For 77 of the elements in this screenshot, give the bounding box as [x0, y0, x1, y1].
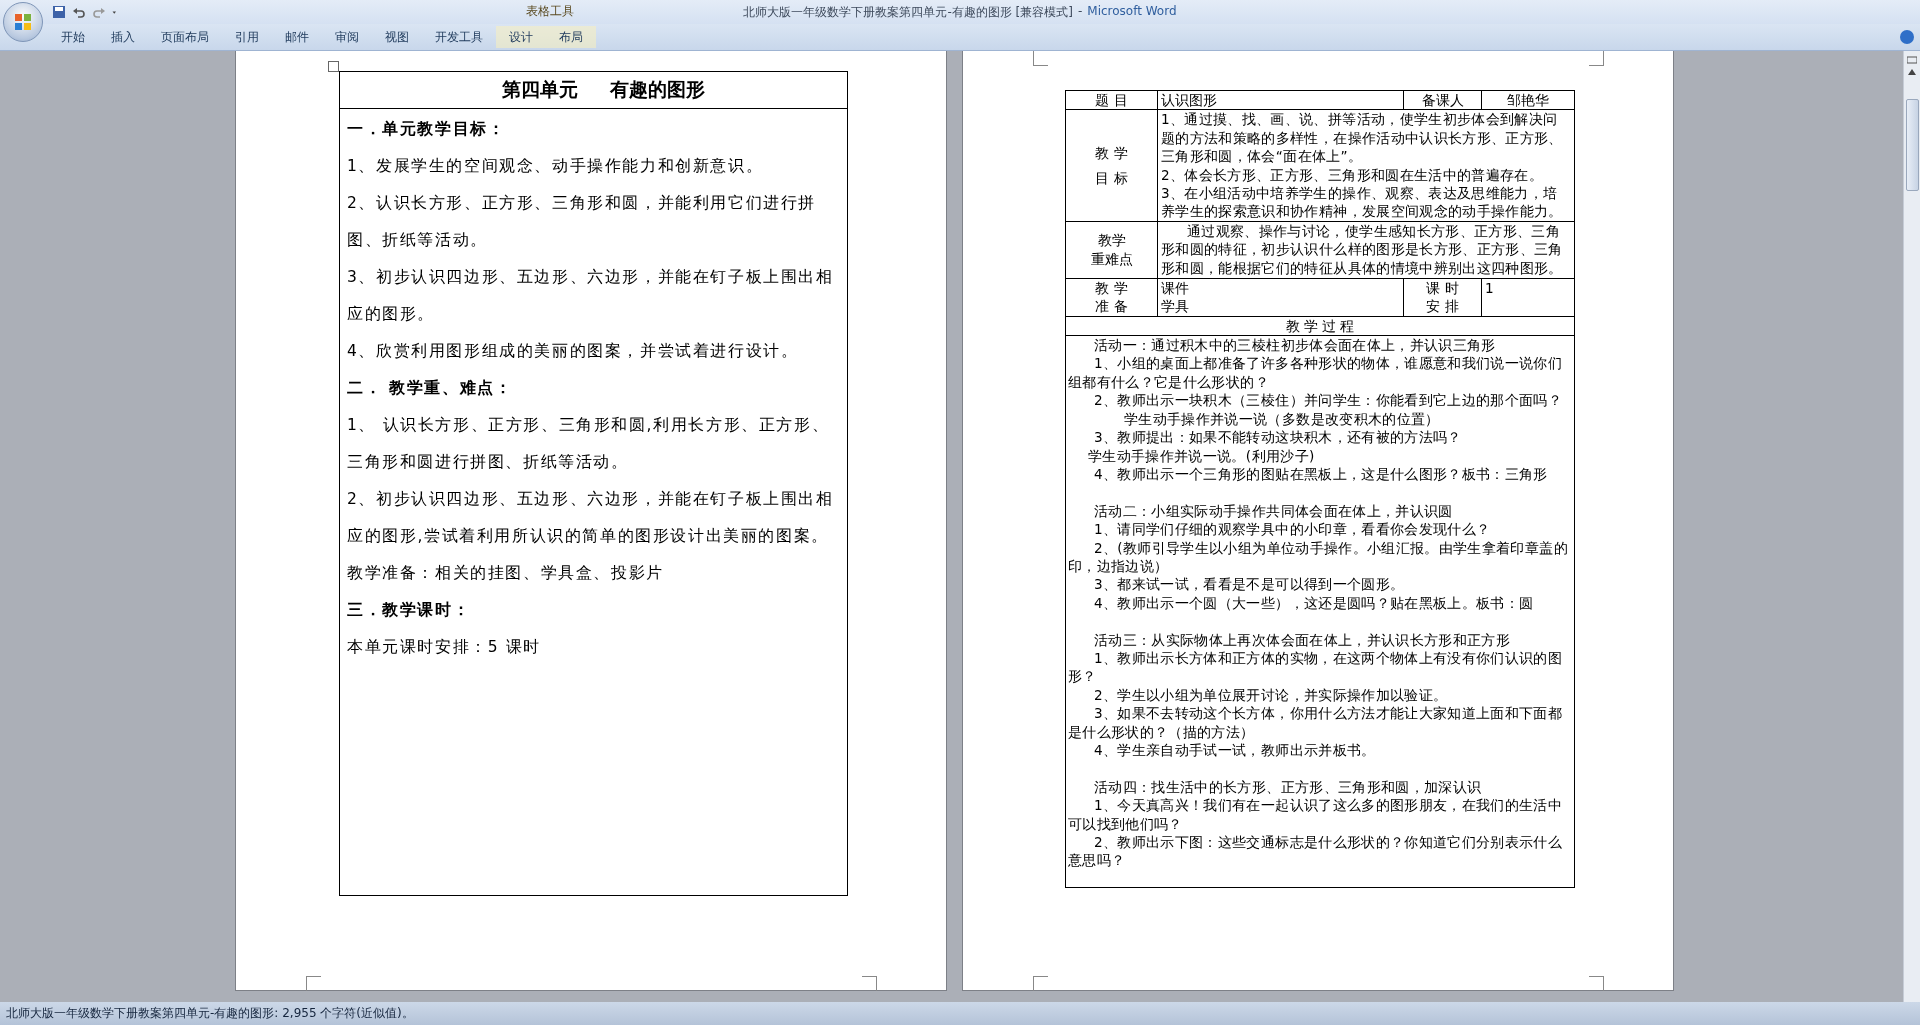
paragraph: 1、小组的桌面上都准备了许多各种形状的物体，谁愿意和我们说一说你们组都有什么？它是什么形状的？ — [1068, 354, 1564, 392]
app-name: Microsoft Word — [1087, 4, 1177, 20]
table-cell: 1 — [1485, 279, 1494, 296]
paragraph: 1、教师出示长方体和正方体的实物，在这两个物体上有没有你们认识的图形？ — [1068, 648, 1564, 686]
ribbon-tab[interactable]: 审阅 — [322, 26, 372, 48]
paragraph: 2、学生以小组为单位展开讨论，并实际操作加以验证。 — [1093, 685, 1449, 705]
paragraph: 4、教师出示一个圆（大一些），这还是圆吗？贴在黑板上。板书：圆 — [1093, 593, 1535, 613]
table-cell-text: 课件 — [1161, 278, 1190, 298]
row-label: 教 学 — [1094, 144, 1129, 163]
activity-heading: 活动二：小组实际动手操作共同体会面在体上，并认识圆 — [1093, 501, 1454, 521]
vertical-scrollbar[interactable] — [1903, 51, 1920, 1002]
ribbon-tab[interactable]: 页面布局 — [148, 26, 222, 48]
title-separator: - — [1077, 4, 1083, 20]
paragraph: 2、初步认识四边形、五边形、六边形，并能在钉子板上围出相应的图形,尝试着利用所认识的简单的图形设计出美丽的图案。 — [347, 489, 835, 547]
paragraph: 教学准备：相关的挂图、学具盒、投影片 — [347, 563, 665, 584]
paragraph: 3、都来试一试，看看是不是可以得到一个圆形。 — [1093, 575, 1406, 594]
section-heading: 教 学 过 程 — [1285, 317, 1355, 334]
row-label: 重难点 — [1089, 249, 1134, 269]
ribbon-tab[interactable]: 开始 — [48, 26, 98, 48]
ruler-icon[interactable] — [1907, 55, 1917, 65]
paragraph: 4、欣赏利用图形组成的美丽的图案，并尝试着进行设计。 — [347, 341, 800, 362]
row-label: 教 学 — [1094, 278, 1129, 298]
paragraph: 本单元课时安排：5 课时 — [347, 637, 542, 658]
paragraph: 2、体会长方形、正方形、三角形和圆在生活中的普遍存在。 — [1161, 165, 1545, 185]
status-text: 北师大版一年级数学下册教案第四单元-有趣的图形: 2,955 个字符(近似值)。 — [6, 1005, 414, 1022]
scroll-thumb[interactable] — [1905, 99, 1919, 191]
row-label: 安 排 — [1425, 297, 1460, 316]
paragraph: 3、如果不去转动这个长方体，你用什么方法才能让大家知道上面和下面都是什么形状的？（描的方法） — [1068, 704, 1564, 741]
contextual-group-label: 表格工具 — [526, 3, 574, 20]
paragraph: 4、教师出示一个三角形的图贴在黑板上，这是什么图形？板书：三角形 — [1093, 464, 1549, 484]
paragraph: 3、初步认识四边形、五边形、六边形，并能在钉子板上围出相应的图形。 — [347, 267, 835, 325]
activity-heading: 活动一：通过积木中的三棱柱初步体会面在体上，并认识三角形 — [1093, 336, 1497, 355]
table-cell: 邹艳华 — [1507, 92, 1549, 108]
table-cell: 题 目 — [1095, 92, 1128, 108]
paragraph: 学生动手操作并说一说（多数是改变积木的位置） — [1123, 409, 1441, 429]
help-icon[interactable] — [1900, 30, 1914, 44]
paragraph: 1、发展学生的空间观念、动手操作能力和创新意识。 — [347, 156, 765, 177]
paragraph: 2、教师出示一块积木（三棱住）并问学生：你能看到它上边的那个面吗？ — [1093, 391, 1564, 410]
ribbon-tab[interactable]: 视图 — [372, 26, 422, 48]
paragraph: 通过观察、操作与讨论，使学生感知长方形、正方形、三角形和圆的特征，初步认识什么样的图形是长方形、正方形、三角形和圆，能根据它们的特征从具体的情境中辨别出这四种图形。 — [1161, 221, 1564, 278]
section-heading: 一．单元教学目标： — [347, 119, 507, 140]
document-title: 北师大版一年级数学下册教案第四单元-有趣的图形 [兼容模式] — [743, 4, 1073, 21]
ribbon-tab[interactable]: 插入 — [98, 26, 148, 48]
paragraph: 2、教师出示下图：这些交通标志是什么形状的？你知道它们分别表示什么意思吗？ — [1068, 833, 1564, 870]
paragraph: 1、 认识长方形、正方形、三角形和圆,利用长方形、正方形、三角形和圆进行拼图、折纸等活动。 — [347, 415, 831, 473]
paragraph: 学生动手操作并说一说。(利用沙子) — [1087, 446, 1316, 465]
section-heading: 二． 教学重、难点： — [347, 378, 514, 399]
redo-icon[interactable] — [92, 5, 106, 19]
office-logo-icon — [13, 12, 33, 32]
paragraph: 1、请同学们仔细的观察学具中的小印章，看看你会发现什么？ — [1093, 520, 1492, 539]
table-cell: 认识图形 — [1161, 92, 1217, 108]
scroll-up-icon[interactable] — [1908, 69, 1916, 75]
paragraph: 4、学生亲自动手试一试，教师出示并板书。 — [1093, 740, 1377, 760]
table-cell: 备课人 — [1421, 92, 1464, 108]
paragraph: 3、教师提出：如果不能转动这块积木，还有被的方法吗？ — [1093, 428, 1463, 447]
table-cell-text: 学具 — [1161, 297, 1190, 316]
paragraph: 3、在小组活动中培养学生的操作、观察、表达及思维能力，培养学生的探索意识和协作精神，发展空间观念的动手操作能力。 — [1161, 184, 1564, 221]
row-label: 目 标 — [1094, 168, 1129, 188]
row-label: 准 备 — [1094, 297, 1129, 316]
section-heading: 三．教学课时： — [347, 600, 472, 621]
paragraph: 1、通过摸、找、画、说、拼等活动，使学生初步体会到解决问题的方法和策略的多样性，在操作活动中认识长方形、正方形、三角形和圆，体会“面在体上”。 — [1161, 110, 1564, 166]
contextual-tab[interactable]: 设计 — [496, 26, 546, 48]
contextual-tab[interactable]: 布局 — [546, 26, 596, 48]
ribbon-tab[interactable]: 引用 — [222, 26, 272, 48]
paragraph: 2、(教师引导学生以小组为单位动手操作。小组汇报。由学生拿着印章盖的印，边指边说） — [1068, 538, 1569, 576]
paragraph: 1、今天真高兴！我们有在一起认识了这么多的图形朋友，在我们的生活中可以找到他们吗？ — [1068, 796, 1564, 833]
activity-heading: 活动四：找生活中的长方形、正方形、三角形和圆，加深认识 — [1093, 777, 1483, 797]
ribbon-tab[interactable]: 邮件 — [272, 26, 322, 48]
undo-icon[interactable] — [72, 5, 86, 19]
save-icon[interactable] — [52, 5, 66, 19]
unit-title: 第四单元 有趣的图形 — [339, 71, 848, 109]
row-label: 课 时 — [1425, 278, 1460, 298]
paragraph: 2、认识长方形、正方形、三角形和圆，并能利用它们进行拼图、折纸等活动。 — [347, 193, 818, 251]
ribbon-tab[interactable]: 开发工具 — [422, 26, 496, 48]
table-move-handle[interactable] — [328, 61, 339, 72]
activity-heading: 活动三：从实际物体上再次体会面在体上，并认识长方形和正方形 — [1093, 630, 1512, 649]
row-label: 教学 — [1096, 231, 1127, 250]
